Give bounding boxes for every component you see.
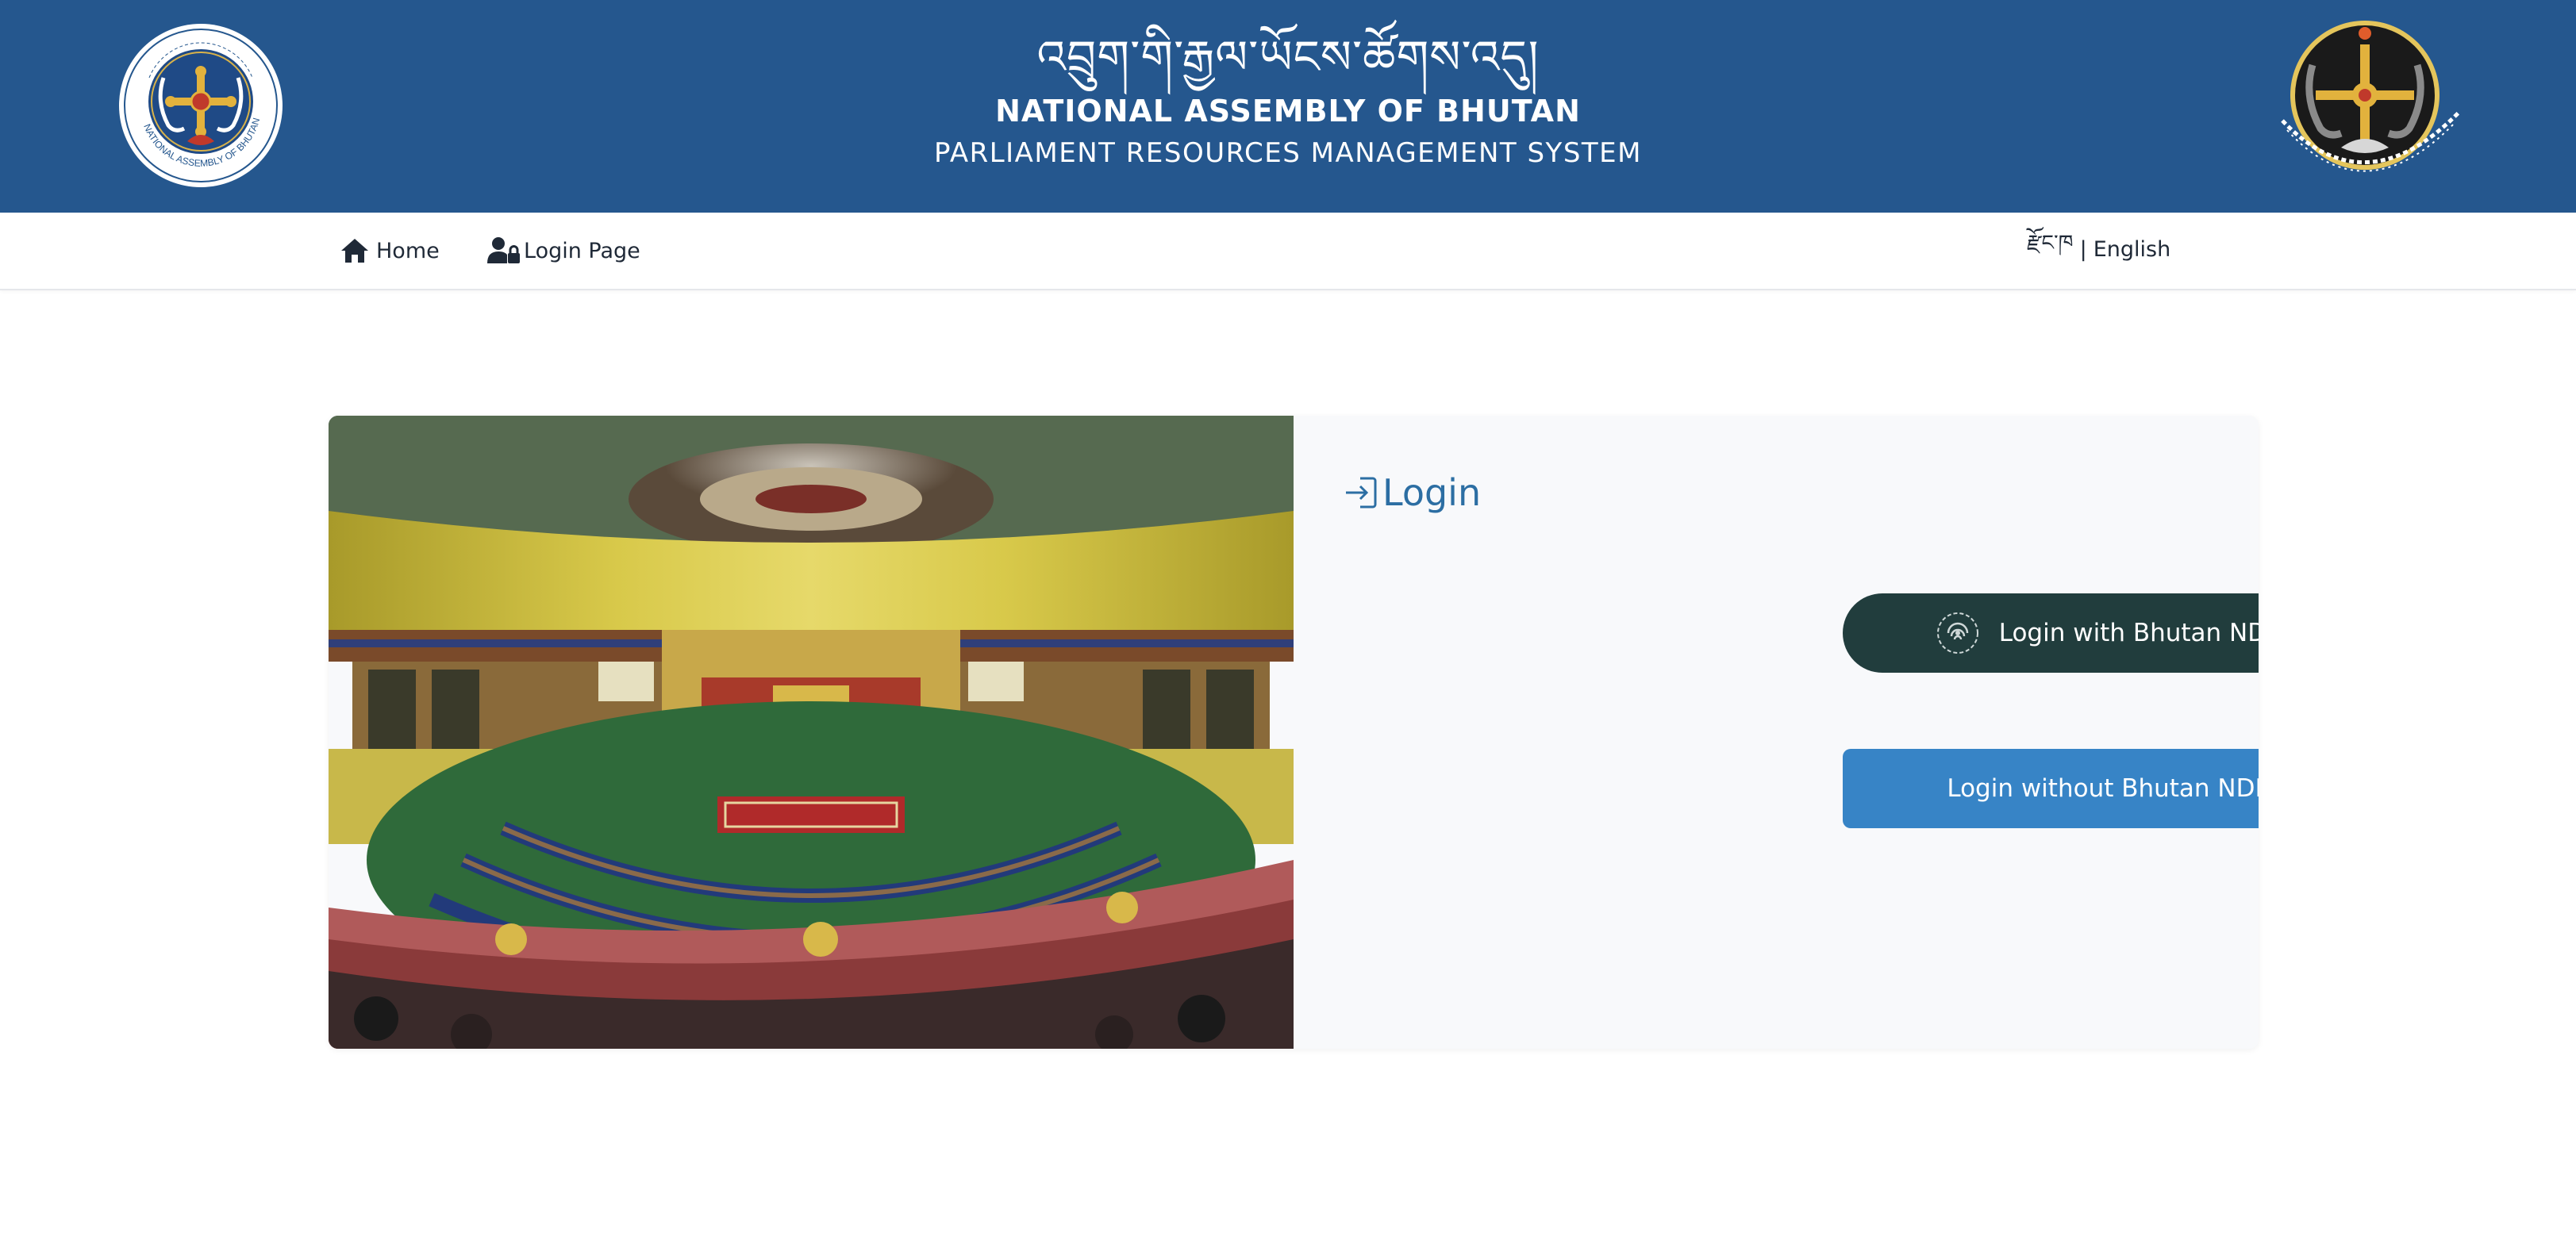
login-panel: Login Login with Bhutan NDI Login withou… [1294,416,2259,1049]
login-title-text: Login [1382,471,1482,514]
nav-home-label: Home [376,238,440,263]
header-titles: འབྲུག་གི་རྒྱལ་ཡོངས་ཚོགས་འདུ། NATIONAL AS… [0,29,2576,171]
site-title: NATIONAL ASSEMBLY OF BHUTAN [995,94,1581,129]
site-header-banner: NATIONAL ASSEMBLY OF BHUTAN འབྲུག་གི་རྒྱ… [0,0,2576,213]
user-lock-icon [487,236,521,265]
royal-emblem-icon [2276,17,2466,198]
ndi-button-label: Login with Bhutan NDI [1998,619,2259,647]
ndi-fingerprint-icon [1936,611,1980,655]
language-dzongkha-link[interactable]: རྫོང་ཁ [2027,219,2074,279]
language-switcher: རྫོང་ཁ | English [2027,231,2171,265]
login-heading: Login [1344,471,1481,514]
nav-login-label: Login Page [524,238,640,263]
main-navbar: Home Login Page རྫོང་ཁ | English [0,213,2576,290]
site-subtitle: PARLIAMENT RESOURCES MANAGEMENT SYSTEM [933,137,1642,169]
parliament-chamber-photo [329,416,1294,1049]
login-with-ndi-button[interactable]: Login with Bhutan NDI [1843,593,2259,673]
login-card: Login Login with Bhutan NDI Login withou… [329,416,2259,1049]
dzongkha-title: འབྲུག་གི་རྒྱལ་ཡོངས་ཚོགས་འདུ། [1036,30,1540,84]
nav-home-link[interactable]: Home [340,235,440,267]
language-separator: | [2079,236,2087,262]
login-without-ndi-button[interactable]: Login without Bhutan NDI [1843,749,2259,828]
sign-in-icon [1344,474,1379,512]
home-icon [340,236,373,265]
nav-login-link[interactable]: Login Page [487,235,640,267]
language-english-link[interactable]: English [2093,237,2171,262]
